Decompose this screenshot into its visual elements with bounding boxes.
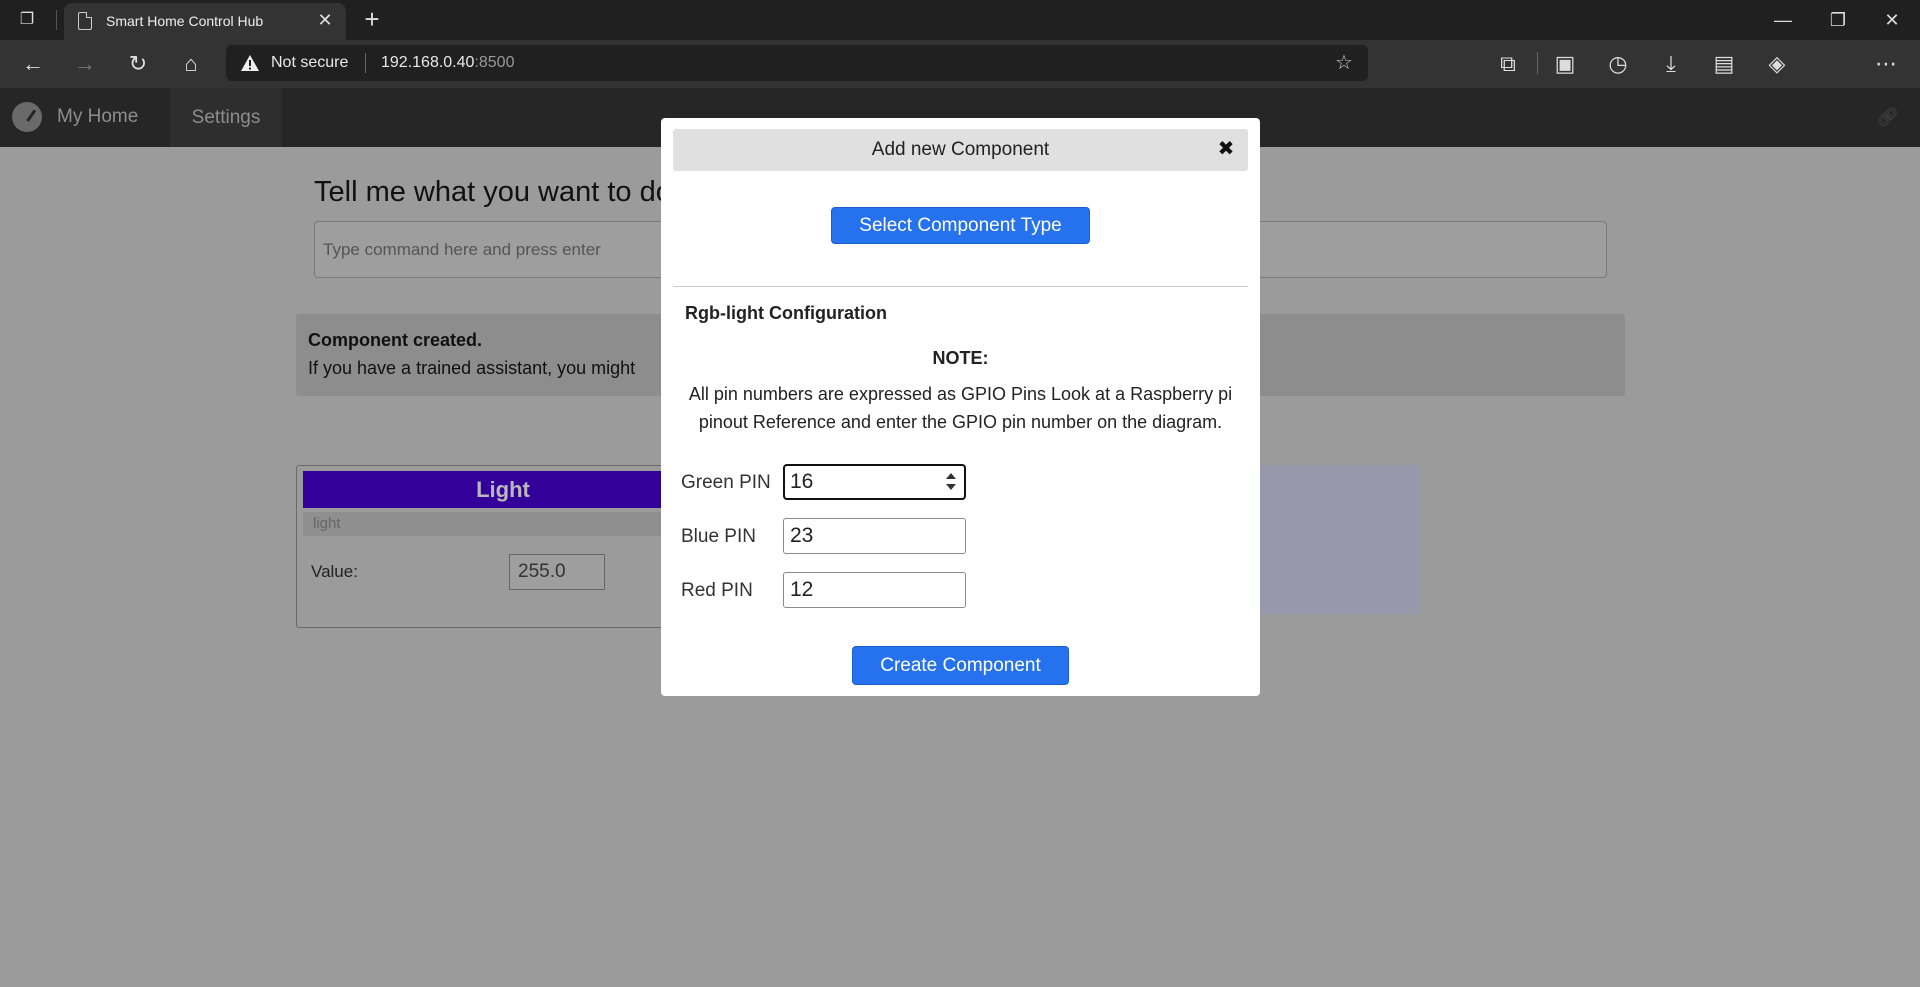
- forward-icon[interactable]: →: [71, 50, 99, 78]
- green-pin-input[interactable]: 16: [783, 464, 966, 500]
- notice-title: Component created.: [308, 330, 483, 350]
- extensions-icon[interactable]: ⧉: [1494, 50, 1522, 78]
- browser-tab-active[interactable]: Smart Home Control Hub ✕: [64, 3, 346, 40]
- note-text: All pin numbers are expressed as GPIO Pi…: [688, 384, 1233, 432]
- tab-close-icon[interactable]: ✕: [314, 9, 336, 31]
- history-icon[interactable]: ◷: [1604, 50, 1632, 78]
- red-pin-label: Red PIN: [681, 580, 753, 601]
- collections-icon[interactable]: ▣: [1551, 50, 1579, 78]
- blue-pin-input[interactable]: 23: [783, 518, 966, 554]
- security-label[interactable]: Not secure: [271, 54, 348, 72]
- note-title: NOTE:: [932, 348, 989, 368]
- refresh-icon[interactable]: ↻: [124, 50, 152, 78]
- back-icon[interactable]: ←: [19, 50, 47, 78]
- tab-separator: [56, 10, 57, 30]
- nav-settings[interactable]: Settings: [170, 88, 282, 147]
- green-pin-value: 16: [790, 470, 814, 493]
- create-component-button[interactable]: Create Component: [852, 646, 1069, 685]
- modal-header: Add new Component ✖: [673, 129, 1248, 171]
- address-bar[interactable]: Not secure 192.168.0.40:8500 ☆: [226, 45, 1368, 81]
- card-title: Light: [303, 471, 703, 508]
- restore-icon[interactable]: ❐: [1818, 5, 1858, 35]
- page-icon: [78, 12, 92, 30]
- toolbar-separator: [1537, 52, 1538, 74]
- select-component-type-button[interactable]: Select Component Type: [831, 207, 1090, 244]
- tab-title: Smart Home Control Hub: [106, 13, 264, 29]
- url-text[interactable]: 192.168.0.40:8500: [381, 54, 514, 72]
- side-panel: [1260, 465, 1419, 614]
- card-value-input[interactable]: 255.0: [509, 554, 605, 590]
- url-port: :8500: [474, 54, 515, 71]
- config-title: Rgb-light Configuration: [685, 303, 887, 323]
- downloads-icon[interactable]: ⤓: [1657, 50, 1685, 78]
- nav-my-home[interactable]: My Home: [57, 106, 138, 128]
- address-separator: [365, 53, 366, 73]
- number-spinner[interactable]: [946, 470, 958, 494]
- card-subtitle: light: [303, 512, 703, 536]
- tab-actions-icon[interactable]: ❐: [16, 9, 38, 31]
- browser-essentials-icon[interactable]: ◈: [1763, 50, 1791, 78]
- modal-close-icon[interactable]: ✖: [1214, 137, 1238, 161]
- component-card-light: Light light Value: 255.0: [296, 465, 716, 628]
- link-icon[interactable]: 🔗︎: [1876, 106, 1899, 128]
- more-options-icon[interactable]: ⋯: [1872, 50, 1900, 78]
- modal-divider: [673, 286, 1248, 287]
- add-favorite-icon[interactable]: ☆: [1332, 51, 1356, 75]
- browser-tab-bar: ❐ Smart Home Control Hub ✕ + — ❐ ✕: [0, 0, 1920, 40]
- blue-pin-label: Blue PIN: [681, 526, 756, 547]
- add-component-modal: Add new Component ✖ Select Component Typ…: [661, 118, 1260, 696]
- green-pin-label: Green PIN: [681, 472, 771, 493]
- modal-title: Add new Component: [871, 139, 1050, 160]
- warning-icon[interactable]: [240, 54, 260, 72]
- new-tab-icon[interactable]: +: [358, 6, 386, 34]
- minimize-icon[interactable]: —: [1763, 5, 1803, 35]
- red-pin-input[interactable]: 12: [783, 572, 966, 608]
- window-close-icon[interactable]: ✕: [1872, 5, 1912, 35]
- notice-text: If you have a trained assistant, you mig…: [308, 358, 636, 378]
- page-title: Tell me what you want to do: [314, 176, 672, 208]
- dashboard-icon[interactable]: [12, 102, 42, 132]
- card-value-label: Value:: [311, 562, 358, 581]
- home-icon[interactable]: ⌂: [177, 50, 205, 78]
- browser-toolbar: ← → ↻ ⌂ Not secure 192.168.0.40:8500 ☆ ⧉…: [0, 40, 1920, 88]
- url-host: 192.168.0.40: [381, 54, 475, 71]
- math-solver-icon[interactable]: ▤: [1710, 50, 1738, 78]
